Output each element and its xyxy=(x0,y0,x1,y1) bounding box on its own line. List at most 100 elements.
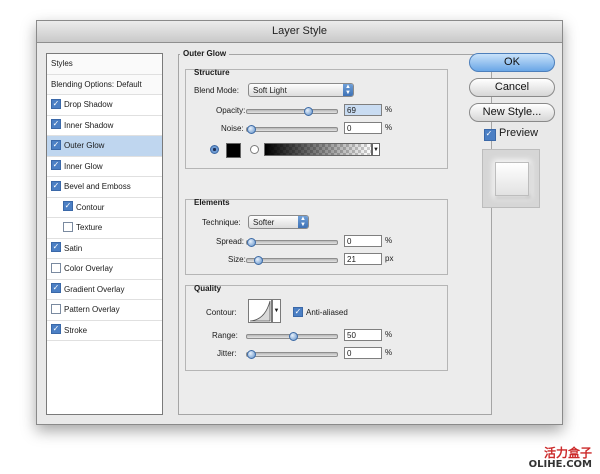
outer-glow-title: Outer Glow xyxy=(180,49,230,58)
range-slider-knob[interactable] xyxy=(288,332,298,341)
noise-field[interactable]: 0 xyxy=(344,122,382,134)
size-field[interactable]: 21 xyxy=(344,253,382,265)
noise-slider-knob[interactable] xyxy=(247,125,256,134)
preview-checkbox[interactable] xyxy=(484,129,496,141)
style-item-label: Inner Shadow xyxy=(64,120,114,130)
size-unit: px xyxy=(385,254,394,263)
style-item-color-overlay[interactable]: Color Overlay xyxy=(47,259,162,280)
style-item-pattern-overlay[interactable]: Pattern Overlay xyxy=(47,300,162,321)
style-checkbox[interactable] xyxy=(51,160,61,171)
spread-field[interactable]: 0 xyxy=(344,235,382,247)
range-label: Range: xyxy=(212,331,238,340)
gradient-dropdown-arrow-icon[interactable]: ▼ xyxy=(372,143,380,156)
noise-label: Noise: xyxy=(221,124,244,133)
blend-mode-label: Blend Mode: xyxy=(194,86,239,95)
jitter-slider[interactable] xyxy=(246,350,338,359)
select-arrows-icon: ▲ ▼ xyxy=(298,216,308,228)
style-checkbox[interactable] xyxy=(51,139,61,150)
range-field[interactable]: 50 xyxy=(344,329,382,341)
structure-title: Structure xyxy=(194,68,230,77)
style-item-label: Bevel and Emboss xyxy=(64,182,131,191)
blend-mode-select[interactable]: Soft Light ▲ ▼ xyxy=(248,83,354,97)
style-item-contour[interactable]: Contour xyxy=(47,198,162,218)
jitter-field[interactable]: 0 xyxy=(344,347,382,359)
style-preview xyxy=(482,149,540,208)
spread-label: Spread: xyxy=(216,237,245,246)
style-checkbox[interactable] xyxy=(51,262,61,273)
size-label: Size: xyxy=(228,255,246,264)
preview-label: Preview xyxy=(499,127,539,139)
style-item-outer-glow[interactable]: Outer Glow xyxy=(47,136,162,157)
jitter-unit: % xyxy=(385,348,393,357)
style-checkbox[interactable] xyxy=(51,180,61,191)
contour-label: Contour: xyxy=(206,308,237,317)
contour-picker[interactable] xyxy=(248,299,272,323)
noise-unit: % xyxy=(385,123,393,132)
style-checkbox[interactable] xyxy=(51,119,61,130)
style-item-label: Gradient Overlay xyxy=(64,284,125,294)
style-item-drop-shadow[interactable]: Drop Shadow xyxy=(47,95,162,116)
technique-value: Softer xyxy=(253,218,275,227)
quality-title: Quality xyxy=(194,284,222,293)
opacity-slider[interactable] xyxy=(246,107,338,116)
jitter-label: Jitter: xyxy=(217,349,237,358)
cancel-button[interactable]: Cancel xyxy=(469,78,555,97)
watermark-line2: OLIHE.COM xyxy=(528,459,592,470)
preview-thumbnail xyxy=(495,162,529,196)
ok-button[interactable]: OK xyxy=(469,53,555,72)
style-checkbox[interactable] xyxy=(63,221,73,232)
style-item-satin[interactable]: Satin xyxy=(47,239,162,259)
range-slider[interactable] xyxy=(246,332,338,341)
glow-color-swatch[interactable] xyxy=(226,143,241,158)
outer-glow-panel: Outer Glow Structure Blend Mode: Soft Li… xyxy=(178,49,492,415)
solid-color-radio[interactable] xyxy=(210,145,219,154)
style-item-inner-glow[interactable]: Inner Glow xyxy=(47,157,162,177)
style-item-bevel-and-emboss[interactable]: Bevel and Emboss xyxy=(47,177,162,198)
style-checkbox[interactable] xyxy=(51,303,61,314)
opacity-field[interactable]: 69 xyxy=(344,104,382,116)
gradient-radio[interactable] xyxy=(250,145,259,154)
anti-aliased-checkbox[interactable] xyxy=(293,307,303,317)
select-arrows-icon: ▲ ▼ xyxy=(343,84,353,96)
style-checkbox[interactable] xyxy=(51,242,61,253)
style-item-label: Outer Glow xyxy=(64,141,105,150)
technique-select[interactable]: Softer ▲ ▼ xyxy=(248,215,309,229)
style-item-gradient-overlay[interactable]: Gradient Overlay xyxy=(47,280,162,300)
contour-dropdown-arrow-icon[interactable]: ▼ xyxy=(272,299,281,323)
style-item-label: Color Overlay xyxy=(64,264,113,273)
style-checkbox[interactable] xyxy=(51,283,61,294)
blending-options-item[interactable]: Blending Options: Default xyxy=(47,74,162,95)
elements-group: Elements Technique: Softer ▲ ▼ Spread: 0 … xyxy=(185,198,448,275)
blend-mode-value: Soft Light xyxy=(253,86,287,95)
styles-header[interactable]: Styles xyxy=(47,54,162,75)
style-checkbox[interactable] xyxy=(63,201,73,212)
style-item-inner-shadow[interactable]: Inner Shadow xyxy=(47,116,162,136)
technique-label: Technique: xyxy=(202,218,241,227)
style-item-label: Drop Shadow xyxy=(64,100,113,109)
glow-gradient-picker[interactable] xyxy=(264,143,372,156)
style-checkbox[interactable] xyxy=(51,98,61,109)
noise-slider[interactable] xyxy=(246,125,338,134)
jitter-slider-knob[interactable] xyxy=(247,350,256,359)
style-item-label: Inner Glow xyxy=(64,161,103,171)
opacity-label: Opacity: xyxy=(216,106,246,115)
contour-curve-icon xyxy=(249,300,271,322)
dialog-title: Layer Style xyxy=(37,21,562,43)
style-item-label: Texture xyxy=(76,223,103,232)
size-slider-knob[interactable] xyxy=(253,256,263,265)
opacity-slider-knob[interactable] xyxy=(304,107,314,116)
elements-title: Elements xyxy=(194,198,230,207)
spread-slider-knob[interactable] xyxy=(247,238,256,247)
new-style-button[interactable]: New Style... xyxy=(469,103,555,122)
size-slider[interactable] xyxy=(246,256,338,265)
quality-group: Quality Contour: ▼ Anti-aliased Range: 5… xyxy=(185,284,448,371)
spread-slider[interactable] xyxy=(246,238,338,247)
styles-list: Styles Blending Options: Default Drop Sh… xyxy=(46,53,163,415)
style-item-label: Contour xyxy=(76,202,105,212)
anti-aliased-label: Anti-aliased xyxy=(306,308,348,317)
style-item-texture[interactable]: Texture xyxy=(47,218,162,239)
style-item-stroke[interactable]: Stroke xyxy=(47,321,162,341)
style-checkbox[interactable] xyxy=(51,324,61,335)
style-item-label: Stroke xyxy=(64,325,88,335)
spread-unit: % xyxy=(385,236,393,245)
